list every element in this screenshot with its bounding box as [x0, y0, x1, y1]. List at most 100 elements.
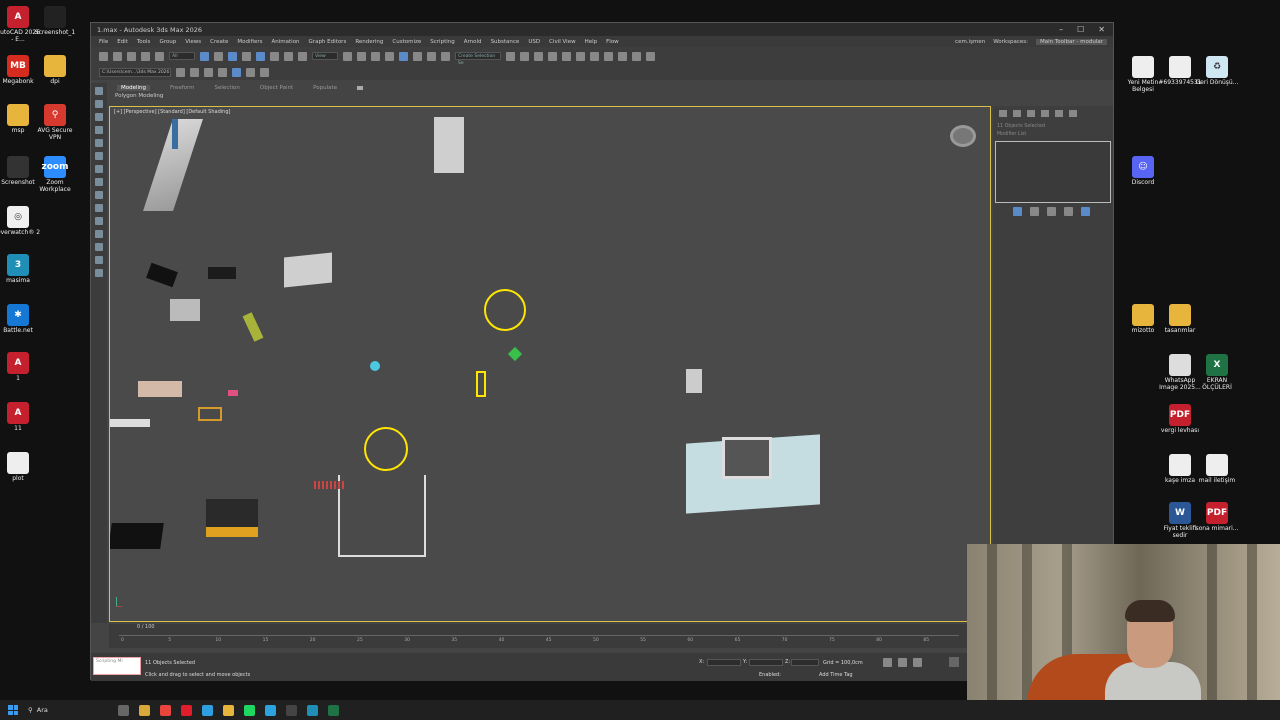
desktop-shortcut[interactable]: 3 masima	[0, 254, 41, 285]
telegram-icon[interactable]	[265, 704, 276, 716]
minimize-button[interactable]: –	[1059, 25, 1063, 34]
remove-modifier-icon[interactable]	[1064, 207, 1073, 216]
menu-modifiers[interactable]: Modifiers	[237, 39, 262, 45]
box-object[interactable]	[206, 499, 258, 537]
yellow-ladder[interactable]	[476, 371, 486, 397]
time-slider[interactable]: 0 / 100	[109, 624, 967, 632]
folder-icon[interactable]	[223, 704, 234, 716]
tab-freeform[interactable]: Freeform	[170, 85, 195, 91]
layer-explorer-icon[interactable]	[548, 51, 557, 61]
panel-object[interactable]	[284, 252, 332, 288]
z-coordinate-field[interactable]	[791, 659, 819, 666]
shapes-icon[interactable]	[95, 191, 103, 199]
windows-start-icon[interactable]	[8, 705, 18, 715]
filter-icon[interactable]	[95, 165, 103, 173]
desktop-shortcut[interactable]: A 11	[0, 402, 41, 433]
desktop-shortcut[interactable]: ♻ Geri Dönüşü...	[1194, 56, 1240, 87]
green-gizmo[interactable]	[507, 346, 523, 362]
black-object[interactable]	[146, 262, 178, 288]
taskview-icon[interactable]	[118, 704, 129, 716]
hierarchy-tab-icon[interactable]	[1027, 110, 1035, 117]
go-to-end-icon[interactable]	[913, 658, 922, 667]
isolate-icon[interactable]	[232, 68, 241, 77]
opera-icon[interactable]	[181, 704, 192, 716]
window-crossing-icon[interactable]	[242, 51, 251, 61]
polygon-modeling-panel[interactable]: Polygon Modeling	[109, 93, 1113, 99]
add-time-tag[interactable]: Add Time Tag	[819, 672, 853, 678]
desktop-shortcut[interactable]: PDF vergi levhası	[1157, 404, 1203, 435]
display-tab-icon[interactable]	[1055, 110, 1063, 117]
stairs-object[interactable]	[170, 299, 200, 321]
excel-icon[interactable]	[328, 704, 339, 716]
curve-editor-icon[interactable]	[576, 51, 585, 61]
sort-icon[interactable]	[95, 152, 103, 160]
show-end-result-icon[interactable]	[1030, 207, 1039, 216]
angle-snap-icon[interactable]	[399, 51, 408, 61]
menu-substance[interactable]: Substance	[491, 39, 520, 45]
settings-icon[interactable]	[260, 68, 269, 77]
play-icon[interactable]	[898, 658, 907, 667]
create-tab-icon[interactable]	[999, 110, 1007, 117]
user-account[interactable]: cem.işmen	[955, 39, 985, 45]
project-folder-icon[interactable]	[176, 68, 185, 77]
spacewarps-icon[interactable]	[95, 217, 103, 225]
percent-snap-icon[interactable]	[413, 51, 422, 61]
y-coordinate-field[interactable]	[749, 659, 783, 666]
align-icon[interactable]	[520, 51, 529, 61]
geometry-icon[interactable]	[95, 178, 103, 186]
timeline-ruler[interactable]: 0 5 10 15 20 25 30 35 40 45 50 55 60 65 70 75 80 85	[119, 635, 959, 647]
menu-group[interactable]: Group	[159, 39, 176, 45]
render-setup-icon[interactable]	[618, 51, 627, 61]
x-coordinate-field[interactable]	[707, 659, 741, 666]
desktop-shortcut[interactable]: PDF sona mimari...	[1194, 502, 1240, 533]
cyan-gizmo[interactable]	[370, 361, 380, 371]
modifier-list-dropdown[interactable]: Modifier List	[993, 132, 1113, 137]
move-icon[interactable]	[256, 51, 265, 61]
zoom-extents-icon[interactable]	[949, 657, 959, 667]
motion-tab-icon[interactable]	[1041, 110, 1049, 117]
white-slab[interactable]	[110, 419, 150, 427]
select-manipulate-icon[interactable]	[357, 51, 366, 61]
search-box[interactable]: ⚲ Ara	[28, 706, 108, 714]
pivot-icon[interactable]	[343, 51, 352, 61]
make-unique-icon[interactable]	[1047, 207, 1056, 216]
redo-icon[interactable]	[113, 51, 122, 61]
keyboard-shortcut-icon[interactable]	[371, 51, 380, 61]
containers-icon[interactable]	[95, 256, 103, 264]
light-rig-top[interactable]	[484, 289, 526, 331]
desktop-shortcut[interactable]: ✱ Battle.net	[0, 304, 41, 335]
named-selection-set[interactable]: Create Selection Se	[455, 52, 501, 66]
light-rig-bottom[interactable]	[364, 427, 408, 471]
configure-modifier-icon[interactable]	[1081, 207, 1090, 216]
menu-edit[interactable]: Edit	[117, 39, 128, 45]
schematic-view-icon[interactable]	[590, 51, 599, 61]
stair-small[interactable]	[686, 369, 702, 393]
link-icon[interactable]	[127, 51, 136, 61]
file-explorer-icon[interactable]	[139, 704, 150, 716]
rendered-frame-icon[interactable]	[632, 51, 641, 61]
yellow-green-object[interactable]	[242, 312, 264, 342]
desktop-shortcut[interactable]: A1	[0, 352, 41, 383]
desktop-shortcut[interactable]: ☺ Discord	[1120, 156, 1166, 187]
close-button[interactable]: ✕	[1098, 25, 1105, 34]
nav-cube[interactable]	[950, 125, 976, 147]
steam-icon[interactable]	[286, 704, 297, 716]
layers-toggle-icon[interactable]	[95, 269, 103, 277]
layers-icon[interactable]	[218, 68, 227, 77]
orange-object[interactable]	[198, 407, 222, 421]
menu-customize[interactable]: Customize	[392, 39, 421, 45]
furniture-sofa[interactable]	[138, 381, 182, 397]
bind-icon[interactable]	[155, 51, 164, 61]
house-model-structure[interactable]	[722, 437, 772, 479]
desktop-shortcut[interactable]: mail iletişim	[1194, 454, 1240, 485]
3dsmax-icon[interactable]	[307, 704, 318, 716]
modifier-stack[interactable]	[995, 141, 1111, 203]
mirror-icon[interactable]	[506, 51, 515, 61]
title-bar[interactable]: 1.max - Autodesk 3ds Max 2026 – ☐ ✕	[91, 23, 1113, 36]
menu-flow[interactable]: Flow	[606, 39, 619, 45]
desktop-shortcut[interactable]: tasarımlar	[1157, 304, 1203, 335]
menu-animation[interactable]: Animation	[272, 39, 300, 45]
go-to-start-icon[interactable]	[883, 658, 892, 667]
maximize-button[interactable]: ☐	[1077, 25, 1084, 34]
rotate-icon[interactable]	[270, 51, 279, 61]
